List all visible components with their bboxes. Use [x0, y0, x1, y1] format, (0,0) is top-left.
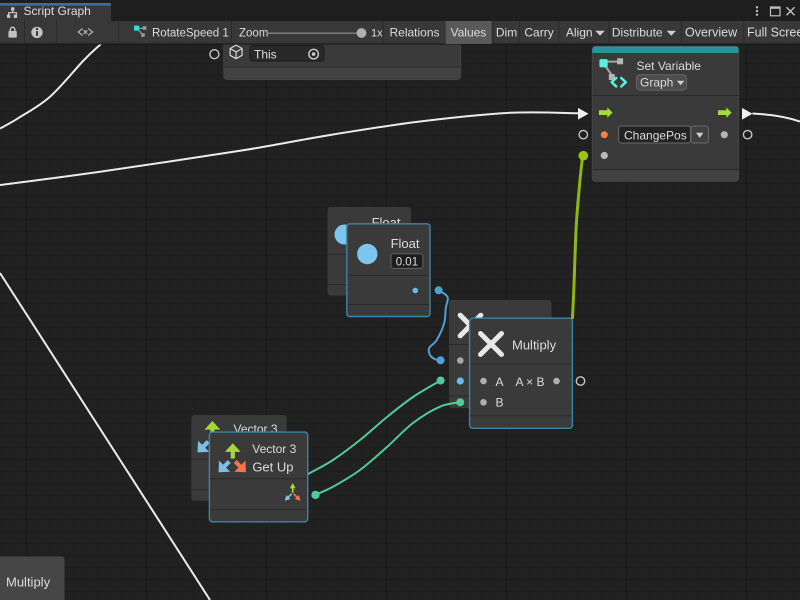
- svg-text:Align: Align: [566, 26, 593, 40]
- svg-text:1x: 1x: [371, 27, 383, 39]
- svg-text:B: B: [496, 395, 504, 409]
- svg-text:Dim: Dim: [496, 26, 517, 40]
- svg-text:Distribute: Distribute: [612, 26, 663, 40]
- svg-text:0.01: 0.01: [396, 256, 418, 268]
- svg-text:A: A: [496, 375, 504, 389]
- svg-text:Relations: Relations: [390, 26, 440, 40]
- svg-text:Set Variable: Set Variable: [637, 59, 702, 73]
- svg-text:ChangePos: ChangePos: [624, 128, 687, 142]
- svg-text:Graph: Graph: [640, 76, 673, 90]
- svg-text:RotateSpeed 1: RotateSpeed 1: [152, 28, 229, 40]
- svg-text:Multiply: Multiply: [6, 575, 51, 590]
- svg-text:Full Screen: Full Screen: [747, 26, 800, 40]
- svg-text:Overview: Overview: [685, 26, 738, 40]
- svg-text:This: This: [254, 48, 277, 62]
- svg-text:Values: Values: [451, 26, 487, 40]
- svg-text:Carry: Carry: [524, 26, 553, 40]
- svg-text:Get Up: Get Up: [252, 459, 293, 474]
- svg-text:A × B: A × B: [515, 375, 544, 389]
- svg-text:Float: Float: [391, 236, 420, 251]
- svg-text:Zoom: Zoom: [239, 28, 268, 40]
- svg-text:Multiply: Multiply: [512, 337, 557, 352]
- svg-text:Script Graph: Script Graph: [24, 4, 91, 18]
- svg-text:Vector 3: Vector 3: [252, 442, 296, 456]
